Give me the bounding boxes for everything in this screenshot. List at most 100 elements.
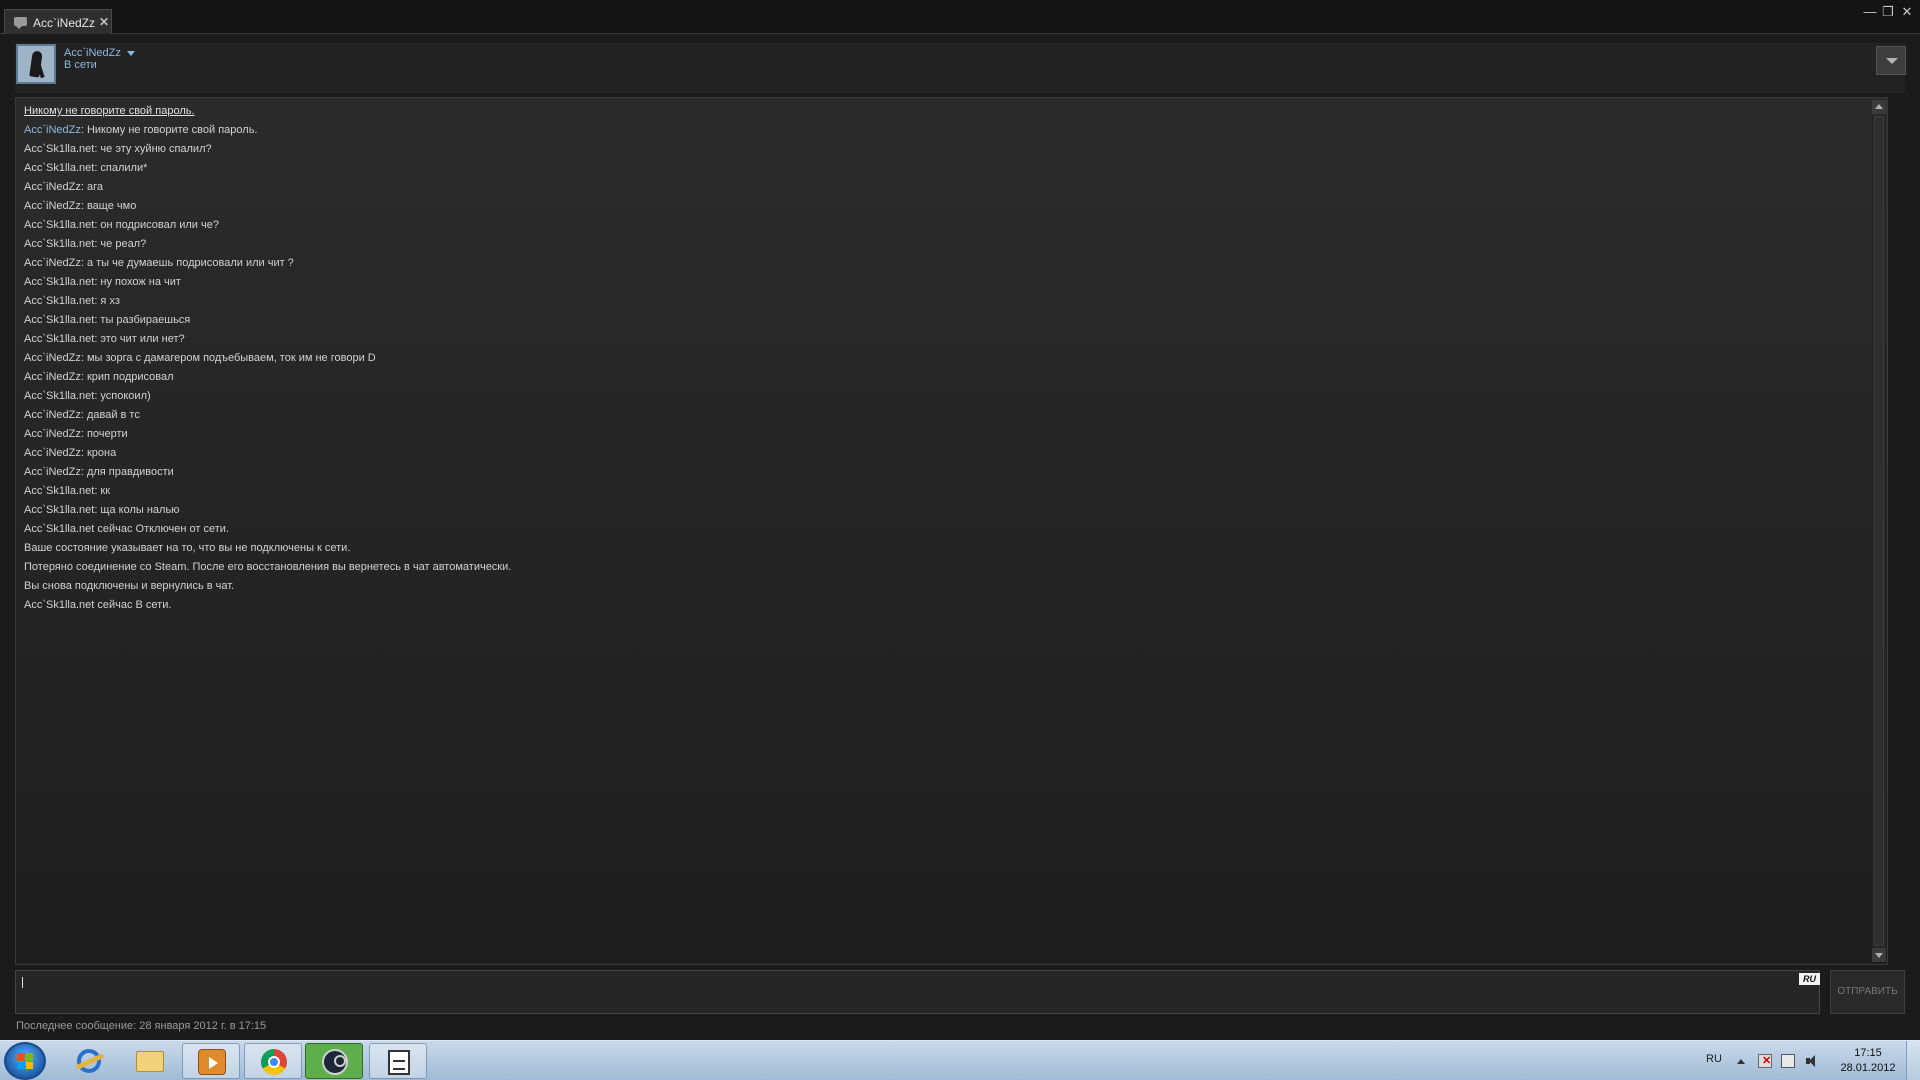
input-language-badge: RU [1799, 973, 1820, 985]
message-text: : давай в тс [80, 409, 140, 421]
chevron-down-icon [1886, 58, 1898, 64]
message-sender: Acc`iNedZz [24, 200, 81, 212]
chat-bubble-icon [14, 17, 27, 29]
system-message: Ваше состояние указывает на то, что вы н… [24, 539, 1863, 558]
message-list: Никому не говорите свой пароль. Acc`iNed… [24, 102, 1863, 615]
message-text: : для правдивости [80, 466, 174, 478]
message-sender: Acc`Sk1lla.net [24, 314, 95, 326]
message-text: : ну похож на чит [94, 276, 181, 288]
chevron-down-icon[interactable] [127, 51, 135, 56]
message-sender: Acc`iNedZz [24, 352, 81, 364]
tab-close-icon[interactable]: ✕ [99, 15, 109, 29]
chat-message: Acc`iNedZz: Никому не говорите свой паро… [24, 121, 1863, 140]
show-desktop-button[interactable] [1906, 1041, 1920, 1080]
system-message: Потеряно соединение со Steam. После его … [24, 558, 1863, 577]
message-text: : я хз [94, 295, 120, 307]
chat-message: Acc`iNedZz: мы зорга с дамагером подъебы… [24, 349, 1863, 368]
friend-status: В сети [64, 59, 97, 71]
message-sender: Acc`iNedZz [24, 181, 81, 193]
tray-clock[interactable]: 17:15 28.01.2012 [1838, 1046, 1898, 1076]
message-sender: Acc`Sk1lla.net [24, 295, 95, 307]
taskbar-media-player[interactable] [182, 1043, 240, 1079]
message-text: : успокоил) [94, 390, 151, 402]
chat-options-button[interactable] [1876, 46, 1906, 75]
message-text: : ща колы налью [94, 504, 180, 516]
message-sender: Acc`iNedZz [24, 257, 81, 269]
message-text: : крона [80, 447, 117, 459]
taskbar-internet-explorer[interactable] [60, 1043, 118, 1079]
message-text: : он подрисовал или че? [94, 219, 219, 231]
message-sender: Acc`iNedZz [24, 371, 81, 383]
clock-date: 28.01.2012 [1840, 1062, 1896, 1074]
message-text: Потеряно соединение со Steam. После его … [24, 561, 512, 573]
chat-message: Acc`Sk1lla.net: это чит или нет? [24, 330, 1863, 349]
message-text: : это чит или нет? [94, 333, 185, 345]
message-text: : почерти [80, 428, 128, 440]
chat-tab[interactable]: Acc`iNedZz ✕ [4, 9, 112, 34]
folder-icon [136, 1051, 164, 1072]
chat-message: Acc`Sk1lla.net: он подрисовал или че? [24, 216, 1863, 235]
message-text: Вы снова подключены и вернулись в чат. [24, 580, 235, 592]
chat-message: Acc`Sk1lla.net: ща колы налью [24, 501, 1863, 520]
scroll-thumb[interactable] [1874, 116, 1884, 946]
taskbar-notepad[interactable] [369, 1043, 427, 1079]
scrollbar[interactable] [1872, 100, 1886, 962]
taskbar-chrome[interactable] [244, 1043, 302, 1079]
message-sender: Acc`iNedZz [24, 428, 81, 440]
action-center-flag-icon[interactable] [1758, 1054, 1772, 1068]
system-message: Acc`Sk1lla.net сейчас Отключен от сети. [24, 520, 1863, 539]
taskbar-steam[interactable] [305, 1043, 363, 1079]
steam-icon [322, 1049, 348, 1075]
message-text: : кк [94, 485, 111, 497]
chat-message: Acc`Sk1lla.net: ну похож на чит [24, 273, 1863, 292]
chrome-icon [261, 1049, 287, 1075]
message-sender: Acc`Sk1lla.net [24, 276, 95, 288]
message-text: : че эту хуйню спалил? [94, 143, 212, 155]
internet-explorer-icon [77, 1049, 101, 1073]
chat-message: Acc`Sk1lla.net: я хз [24, 292, 1863, 311]
message-text: Acc`Sk1lla.net сейчас Отключен от сети. [24, 523, 229, 535]
chat-message: Acc`Sk1lla.net: ты разбираешься [24, 311, 1863, 330]
tray-expand-icon[interactable] [1737, 1059, 1745, 1064]
message-sender: Acc`Sk1lla.net [24, 390, 95, 402]
scroll-down-arrow-icon[interactable] [1872, 948, 1886, 962]
message-text: : ваще чмо [80, 200, 137, 212]
titlebar: Acc`iNedZz ✕ — ❐ ✕ [0, 0, 1920, 34]
close-button[interactable]: ✕ [1899, 4, 1915, 20]
message-sender: Acc`iNedZz [24, 124, 81, 136]
message-sender: Acc`iNedZz [24, 447, 81, 459]
message-text: : спалили* [94, 162, 148, 174]
chat-message: Acc`iNedZz: а ты че думаешь подрисовали … [24, 254, 1863, 273]
message-text: : че реал? [94, 238, 147, 250]
taskbar-explorer[interactable] [121, 1043, 179, 1079]
tray-language[interactable]: RU [1706, 1053, 1722, 1065]
start-button[interactable] [4, 1042, 46, 1080]
message-sender: Acc`iNedZz [24, 409, 81, 421]
message-text: : а ты че думаешь подрисовали или чит ? [80, 257, 294, 269]
chat-message: Acc`iNedZz: крона [24, 444, 1863, 463]
minimize-button[interactable]: — [1862, 4, 1878, 20]
message-text: : ага [80, 181, 103, 193]
password-warning: Никому не говорите свой пароль. [24, 105, 195, 117]
clock-time: 17:15 [1854, 1047, 1882, 1059]
restore-button[interactable]: ❐ [1880, 4, 1896, 20]
chat-message: Acc`Sk1lla.net: че реал? [24, 235, 1863, 254]
friend-name[interactable]: Acc`iNedZz [64, 47, 121, 59]
scroll-up-arrow-icon[interactable] [1872, 100, 1886, 114]
avatar[interactable] [16, 44, 56, 84]
steam-chat-window: Acc`iNedZz ✕ — ❐ ✕ Acc`iNedZz В сети Ник… [0, 0, 1920, 1040]
volume-icon[interactable] [1805, 1054, 1819, 1068]
chat-log[interactable]: Никому не говорите свой пароль. Acc`iNed… [15, 97, 1888, 965]
message-input[interactable] [15, 970, 1820, 1014]
tab-label: Acc`iNedZz [33, 16, 96, 30]
message-text: : мы зорга с дамагером подъебываем, ток … [80, 352, 376, 364]
message-text: Acc`Sk1lla.net сейчас В сети. [24, 599, 172, 611]
message-text: : Никому не говорите свой пароль. [80, 124, 258, 136]
chat-message: Acc`Sk1lla.net: успокоил) [24, 387, 1863, 406]
message-sender: Acc`iNedZz [24, 466, 81, 478]
chat-message: Acc`iNedZz: для правдивости [24, 463, 1863, 482]
network-icon[interactable] [1781, 1054, 1795, 1068]
taskbar: RU 17:15 28.01.2012 [0, 1040, 1920, 1080]
message-sender: Acc`Sk1lla.net [24, 238, 95, 250]
send-button[interactable]: ОТПРАВИТЬ [1830, 970, 1905, 1014]
